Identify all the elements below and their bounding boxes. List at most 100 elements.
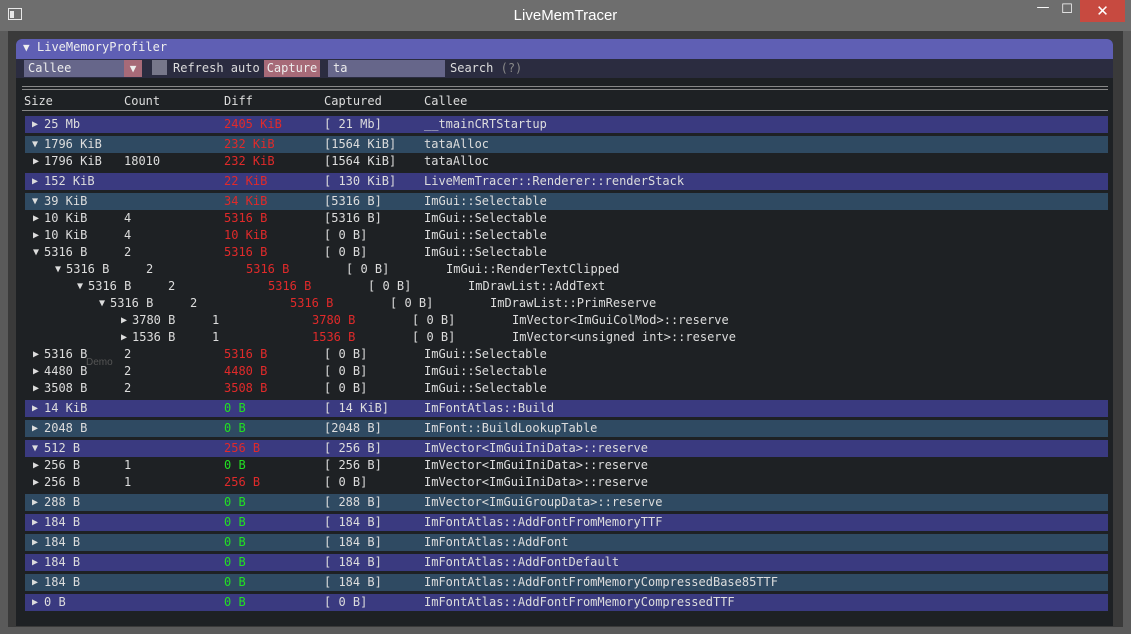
column-header-diff: Diff bbox=[224, 94, 253, 108]
expand-arrow-icon[interactable]: ▶ bbox=[32, 534, 38, 551]
tree-row[interactable]: ▶ 184 B 0 B [ 184 B] ImFontAtlas::AddFontFro… bbox=[25, 514, 1108, 531]
help-marker[interactable]: (?) bbox=[501, 61, 523, 75]
expand-arrow-icon[interactable]: ▶ bbox=[32, 173, 38, 190]
count-cell: 2 bbox=[124, 381, 132, 395]
search-input[interactable]: ta bbox=[328, 60, 445, 77]
diff-cell: 22 KiB bbox=[224, 174, 268, 188]
diff-cell: 232 KiB bbox=[224, 154, 275, 168]
refresh-auto-checkbox[interactable] bbox=[152, 60, 167, 75]
search-input-value: ta bbox=[333, 61, 348, 75]
size-cell: 5316 B bbox=[44, 245, 88, 259]
combo-arrow-icon[interactable]: ▼ bbox=[124, 60, 142, 77]
tree-row[interactable]: ▶ 1536 B 1 1536 B [ 0 B] ImVector<unsigned in… bbox=[16, 329, 1108, 346]
expand-arrow-icon[interactable]: ▼ bbox=[32, 193, 38, 210]
tree-row[interactable]: ▼ 512 B 256 B [ 256 B] ImVector<ImGuiIniData… bbox=[25, 440, 1108, 457]
size-cell: 5316 B bbox=[44, 347, 88, 361]
tree-row[interactable]: ▶ 256 B 1 0 B [ 256 B] ImVector<ImGuiIniData>… bbox=[16, 457, 1108, 474]
tree-row[interactable]: ▼ 5316 B 2 5316 B [ 0 B] ImGui::Selectable bbox=[16, 244, 1108, 261]
expand-arrow-icon[interactable]: ▶ bbox=[33, 457, 39, 474]
captured-cell: [1564 KiB] bbox=[324, 137, 397, 151]
expand-arrow-icon[interactable]: ▶ bbox=[33, 380, 39, 397]
expand-arrow-icon[interactable]: ▶ bbox=[32, 554, 38, 571]
expand-arrow-icon[interactable]: ▶ bbox=[121, 329, 127, 346]
expand-arrow-icon[interactable]: ▼ bbox=[32, 440, 38, 457]
size-cell: 1796 KiB bbox=[44, 137, 102, 151]
count-cell: 18010 bbox=[124, 154, 161, 168]
count-cell: 2 bbox=[168, 279, 176, 293]
diff-cell: 2405 KiB bbox=[224, 117, 282, 131]
tree-row[interactable]: ▶ 25 Mb 2405 KiB [ 21 Mb] __tmainCRTStartup bbox=[25, 116, 1108, 133]
tree-row[interactable]: ▶ 14 KiB 0 B [ 14 KiB] ImFontAtlas::Build bbox=[25, 400, 1108, 417]
column-header-count: Count bbox=[124, 94, 161, 108]
size-cell: 256 B bbox=[44, 458, 81, 472]
minimize-button[interactable]: — bbox=[1030, 0, 1056, 22]
expand-arrow-icon[interactable]: ▶ bbox=[32, 420, 38, 437]
expand-arrow-icon[interactable]: ▼ bbox=[33, 244, 39, 261]
tree-row[interactable]: ▶ 256 B 1 256 B [ 0 B] ImVector<ImGuiIniData>… bbox=[16, 474, 1108, 491]
callee-cell: ImGui::Selectable bbox=[424, 364, 547, 378]
tree-row[interactable]: ▶ 3780 B 1 3780 B [ 0 B] ImVector<ImGuiColMod… bbox=[16, 312, 1108, 329]
captured-cell: [ 184 B] bbox=[324, 535, 382, 549]
tree-row[interactable]: ▼ 1796 KiB 232 KiB [1564 KiB] tataAlloc bbox=[25, 136, 1108, 153]
tree-row[interactable]: ▶ 4480 B 2 4480 B [ 0 B] ImGui::Selectable bbox=[16, 363, 1108, 380]
expand-arrow-icon[interactable]: ▶ bbox=[33, 363, 39, 380]
tree-row[interactable]: ▶ 0 B 0 B [ 0 B] ImFontAtlas::AddFontFromMem… bbox=[25, 594, 1108, 611]
header-divider-top-2 bbox=[22, 89, 1108, 90]
expand-arrow-icon[interactable]: ▶ bbox=[32, 494, 38, 511]
captured-cell: [5316 B] bbox=[324, 194, 382, 208]
tree-row[interactable]: ▶ 10 KiB 4 10 KiB [ 0 B] ImGui::Selectable bbox=[16, 227, 1108, 244]
expand-arrow-icon[interactable]: ▶ bbox=[33, 153, 39, 170]
tree-row[interactable]: ▼ 5316 B 2 5316 B [ 0 B] ImDrawList::AddText bbox=[16, 278, 1108, 295]
tree-row[interactable]: ▶ 184 B 0 B [ 184 B] ImFontAtlas::AddFont bbox=[25, 534, 1108, 551]
tree-row[interactable]: ▼ 39 KiB 34 KiB [5316 B] ImGui::Selectable bbox=[25, 193, 1108, 210]
callee-cell: tataAlloc bbox=[424, 154, 490, 168]
expand-arrow-icon[interactable]: ▼ bbox=[77, 278, 83, 295]
diff-cell: 256 B bbox=[224, 475, 261, 489]
expand-arrow-icon[interactable]: ▶ bbox=[32, 594, 38, 611]
tree-row[interactable]: ▶ 1796 KiB 18010 232 KiB [1564 KiB] tataAlloc bbox=[16, 153, 1108, 170]
captured-cell: [ 0 B] bbox=[346, 262, 390, 276]
expand-arrow-icon[interactable]: ▶ bbox=[121, 312, 127, 329]
panel-header[interactable]: ▼ LiveMemoryProfiler bbox=[16, 39, 1113, 59]
expand-arrow-icon[interactable]: ▼ bbox=[32, 136, 38, 153]
diff-cell: 0 B bbox=[224, 595, 246, 609]
tree-row[interactable]: ▼ 5316 B 2 5316 B [ 0 B] ImDrawList::PrimRese… bbox=[16, 295, 1108, 312]
callee-cell: LiveMemTracer::Renderer::renderStack bbox=[424, 174, 685, 188]
tree-row[interactable]: ▶ 184 B 0 B [ 184 B] ImFontAtlas::AddFontFro… bbox=[25, 574, 1108, 591]
tree-row[interactable]: ▼ 5316 B 2 5316 B [ 0 B] ImGui::RenderTextCli… bbox=[16, 261, 1108, 278]
size-cell: 288 B bbox=[44, 495, 81, 509]
tree-row[interactable]: ▶ 152 KiB 22 KiB [ 130 KiB] LiveMemTracer::R… bbox=[25, 173, 1108, 190]
callee-cell: ImGui::Selectable bbox=[424, 245, 547, 259]
size-cell: 0 B bbox=[44, 595, 66, 609]
expand-arrow-icon[interactable]: ▶ bbox=[33, 227, 39, 244]
tree-row[interactable]: ▶ 184 B 0 B [ 184 B] ImFontAtlas::AddFontDef… bbox=[25, 554, 1108, 571]
tree-row[interactable]: ▶ 10 KiB 4 5316 B [5316 B] ImGui::Selectable bbox=[16, 210, 1108, 227]
size-cell: 4480 B bbox=[44, 364, 88, 378]
expand-arrow-icon[interactable]: ▶ bbox=[33, 474, 39, 491]
mode-combo[interactable]: Callee ▼ bbox=[24, 60, 142, 77]
expand-arrow-icon[interactable]: ▼ bbox=[99, 295, 105, 312]
tree-row[interactable]: ▶ 2048 B 0 B [2048 B] ImFont::BuildLookupTab… bbox=[25, 420, 1108, 437]
diff-cell: 0 B bbox=[224, 555, 246, 569]
header-divider-bottom bbox=[22, 110, 1108, 111]
diff-cell: 3508 B bbox=[224, 381, 268, 395]
callee-cell: ImVector<ImGuiIniData>::reserve bbox=[424, 458, 648, 472]
expand-arrow-icon[interactable]: ▶ bbox=[33, 210, 39, 227]
tree-row[interactable]: ▶ 5316 B 2 5316 B [ 0 B] ImGui::Selectable bbox=[16, 346, 1108, 363]
expand-arrow-icon[interactable]: ▶ bbox=[32, 400, 38, 417]
diff-cell: 0 B bbox=[224, 535, 246, 549]
size-cell: 14 KiB bbox=[44, 401, 88, 415]
collapse-arrow-icon[interactable]: ▼ bbox=[23, 41, 30, 54]
expand-arrow-icon[interactable]: ▼ bbox=[55, 261, 61, 278]
captured-cell: [ 0 B] bbox=[324, 347, 368, 361]
expand-arrow-icon[interactable]: ▶ bbox=[32, 514, 38, 531]
maximize-button[interactable]: ☐ bbox=[1056, 0, 1078, 22]
expand-arrow-icon[interactable]: ▶ bbox=[32, 574, 38, 591]
tree-row[interactable]: ▶ 288 B 0 B [ 288 B] ImVector<ImGuiGroupData… bbox=[25, 494, 1108, 511]
diff-cell: 0 B bbox=[224, 421, 246, 435]
expand-arrow-icon[interactable]: ▶ bbox=[33, 346, 39, 363]
expand-arrow-icon[interactable]: ▶ bbox=[32, 116, 38, 133]
tree-row[interactable]: ▶ 3508 B 2 3508 B [ 0 B] ImGui::Selectable bbox=[16, 380, 1108, 397]
close-button[interactable]: ✕ bbox=[1080, 0, 1125, 22]
capture-button[interactable]: Capture bbox=[264, 60, 320, 77]
